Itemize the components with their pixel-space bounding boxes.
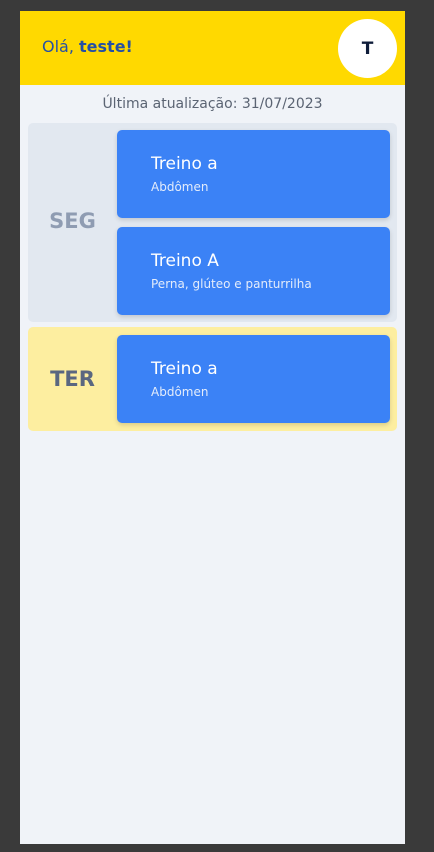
workout-title: Treino a (151, 154, 218, 174)
workout-card[interactable]: Treino A Perna, glúteo e panturrilha (117, 227, 390, 315)
workout-title: Treino a (151, 359, 218, 379)
greeting-prefix: Olá, (42, 37, 80, 56)
greeting: Olá, teste! (42, 37, 133, 56)
workout-card[interactable]: Treino a Abdômen (117, 130, 390, 218)
workout-subtitle: Abdômen (151, 385, 209, 399)
day-group-seg: SEG Treino a Abdômen Treino A Perna, glú… (28, 123, 397, 322)
workout-title: Treino A (151, 251, 219, 271)
day-label: TER (50, 367, 95, 391)
day-group-ter: TER Treino a Abdômen (28, 327, 397, 431)
workout-subtitle: Perna, glúteo e panturrilha (151, 277, 312, 291)
greeting-user-name: teste! (79, 37, 133, 56)
app-header: Olá, teste! T (20, 11, 405, 85)
avatar-initial: T (361, 38, 374, 59)
day-label: SEG (49, 209, 96, 233)
avatar[interactable]: T (338, 19, 397, 78)
workout-subtitle: Abdômen (151, 180, 209, 194)
workout-card[interactable]: Treino a Abdômen (117, 335, 390, 423)
last-update-text: Última atualização: 31/07/2023 (102, 96, 323, 112)
app-screen: Olá, teste! T Última atualização: 31/07/… (20, 11, 405, 844)
